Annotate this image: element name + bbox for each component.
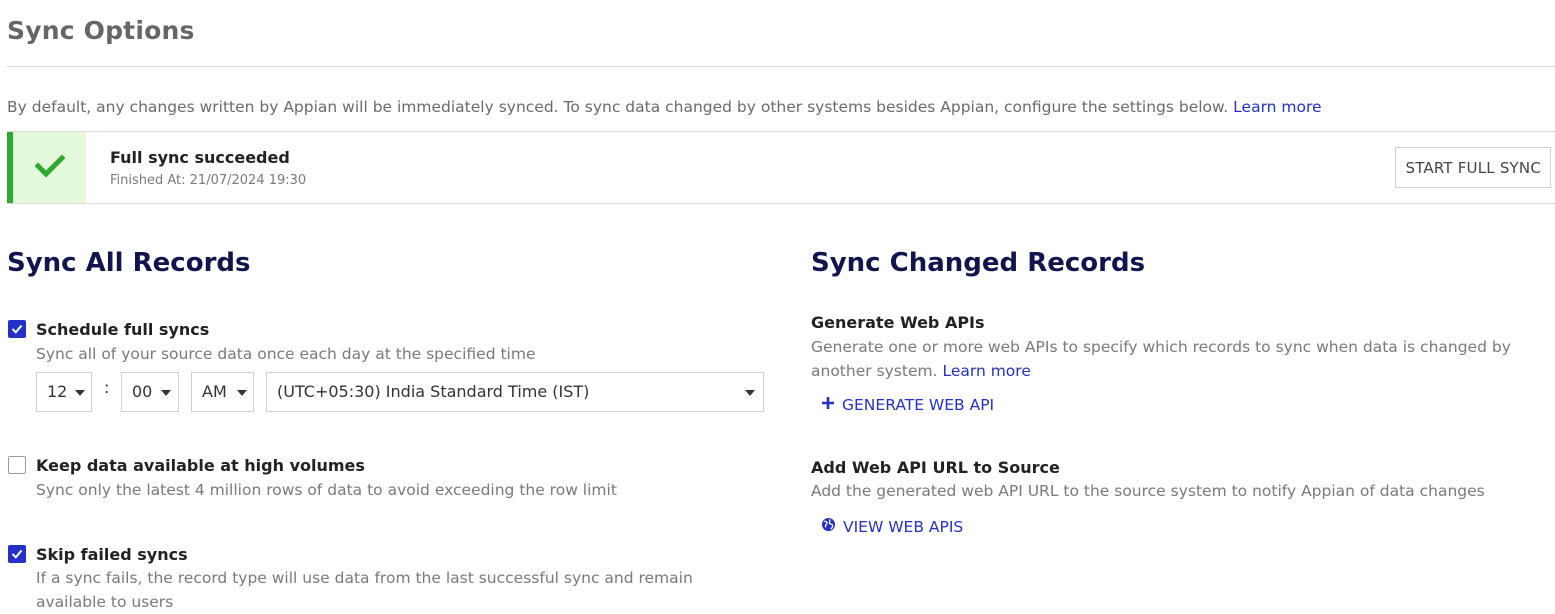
keep-data-available-label: Keep data available at high volumes — [36, 456, 365, 475]
hour-select[interactable]: 12 — [36, 372, 92, 412]
status-finished-at: Finished At: 21/07/2024 19:30 — [110, 173, 307, 188]
generate-web-api-label: GENERATE WEB API — [842, 396, 995, 414]
minute-select[interactable]: 00 — [121, 372, 179, 412]
time-separator: : — [104, 378, 110, 397]
generate-web-apis-desc-text: Generate one or more web APIs to specify… — [811, 338, 1511, 380]
sync-changed-records-heading: Sync Changed Records — [811, 248, 1146, 278]
schedule-full-syncs-checkbox[interactable] — [8, 320, 26, 338]
start-full-sync-button[interactable]: START FULL SYNC — [1395, 147, 1551, 188]
chevron-down-icon — [161, 390, 171, 396]
globe-icon — [821, 517, 836, 536]
intro-message: By default, any changes written by Appia… — [7, 98, 1229, 116]
intro-learn-more-link[interactable]: Learn more — [1233, 98, 1321, 116]
ampm-value: AM — [202, 382, 227, 401]
add-web-api-url-label: Add Web API URL to Source — [811, 458, 1060, 477]
keep-data-available-desc: Sync only the latest 4 million rows of d… — [36, 481, 617, 499]
minute-value: 00 — [132, 382, 153, 401]
sync-all-records-heading: Sync All Records — [7, 248, 251, 278]
plus-icon — [821, 396, 835, 414]
schedule-full-syncs-desc: Sync all of your source data once each d… — [36, 345, 536, 363]
keep-data-available-checkbox[interactable] — [8, 456, 26, 474]
status-title: Full sync succeeded — [110, 148, 290, 167]
generate-web-apis-label: Generate Web APIs — [811, 313, 985, 332]
page-title: Sync Options — [7, 16, 195, 45]
title-divider — [7, 66, 1555, 67]
generate-learn-more-link[interactable]: Learn more — [942, 362, 1030, 380]
chevron-down-icon — [745, 390, 755, 396]
check-icon — [33, 153, 66, 182]
view-web-apis-label: VIEW WEB APIS — [843, 517, 964, 536]
chevron-down-icon — [75, 390, 85, 396]
view-web-apis-button[interactable]: VIEW WEB APIS — [821, 517, 963, 536]
add-web-api-url-desc: Add the generated web API URL to the sou… — [811, 482, 1485, 500]
schedule-full-syncs-label: Schedule full syncs — [36, 320, 210, 339]
timezone-value: (UTC+05:30) India Standard Time (IST) — [277, 382, 590, 401]
skip-failed-syncs-desc: If a sync fails, the record type will us… — [36, 569, 693, 611]
intro-text: By default, any changes written by Appia… — [7, 98, 1322, 116]
skip-failed-syncs-label: Skip failed syncs — [36, 545, 188, 564]
skip-failed-syncs-checkbox[interactable] — [8, 545, 26, 563]
hour-value: 12 — [47, 382, 68, 401]
timezone-select[interactable]: (UTC+05:30) India Standard Time (IST) — [266, 372, 764, 412]
generate-web-apis-desc: Generate one or more web APIs to specify… — [811, 335, 1553, 383]
ampm-select[interactable]: AM — [191, 372, 254, 412]
chevron-down-icon — [237, 390, 247, 396]
generate-web-api-button[interactable]: GENERATE WEB API — [821, 396, 994, 414]
status-icon-box — [13, 132, 86, 203]
sync-status-banner: Full sync succeeded Finished At: 21/07/2… — [7, 131, 1555, 204]
